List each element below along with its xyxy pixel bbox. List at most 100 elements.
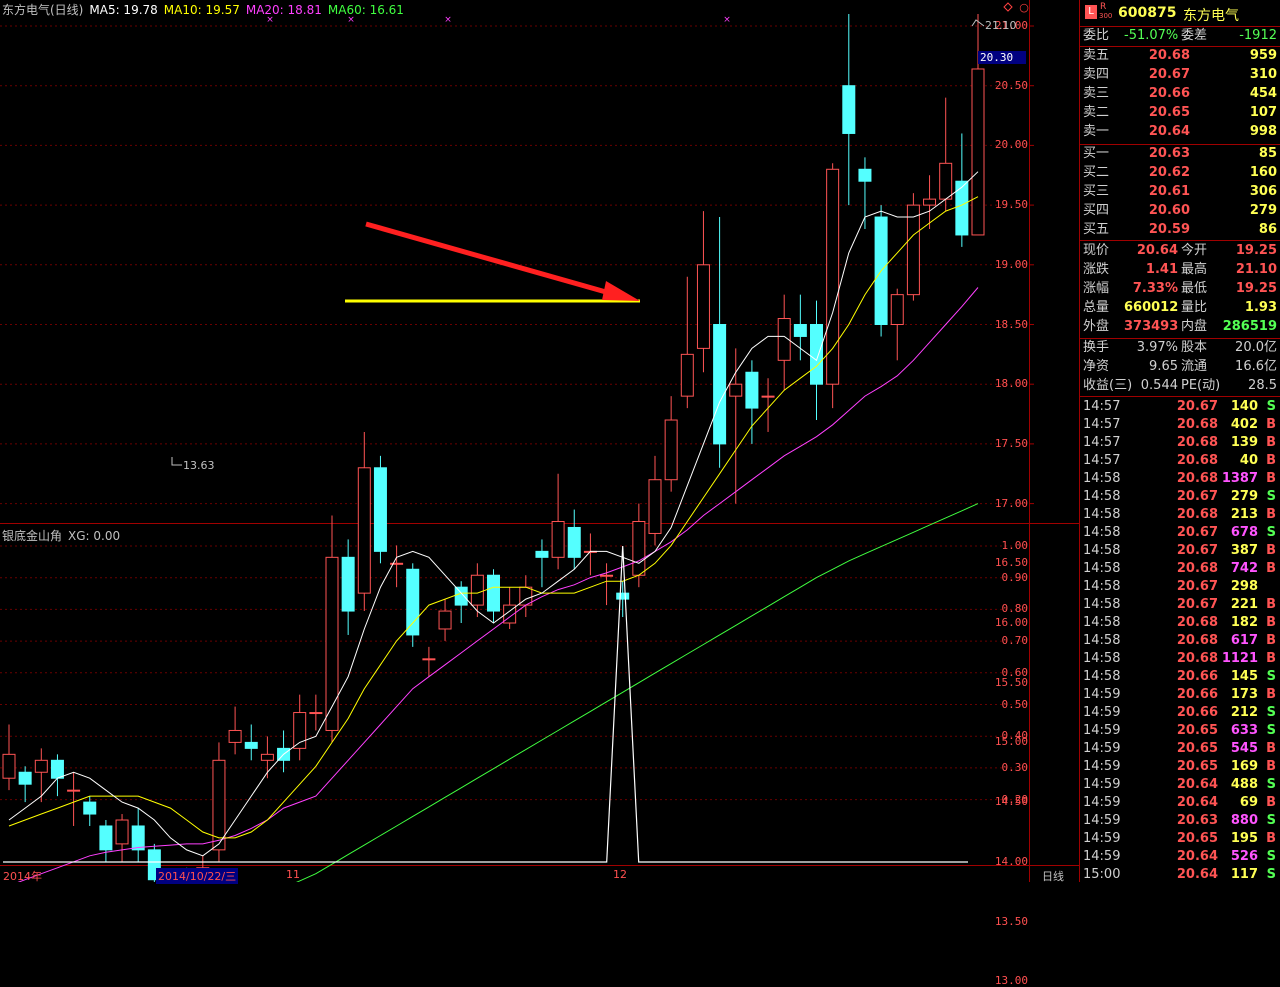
ask-price: 20.68: [1148, 48, 1190, 63]
candle[interactable]: [373, 455, 387, 564]
tick-side: S: [1266, 525, 1276, 540]
stat-label: 内盘: [1181, 319, 1208, 334]
tick-side: B: [1266, 507, 1276, 522]
legend-ma60: MA60: 16.61: [327, 3, 404, 17]
tick-time: 14:57: [1083, 453, 1121, 468]
kline-chart[interactable]: × × × ×○: [0, 0, 1080, 882]
bid-row: 买四 20.60 279: [1080, 202, 1280, 220]
tick-price: 20.68: [1176, 633, 1218, 648]
r-flag: R: [1100, 2, 1107, 12]
stat-row: 换手 3.97% 股本 20.0亿: [1080, 339, 1280, 357]
tick-side: S: [1266, 777, 1276, 792]
tick-side: B: [1266, 687, 1276, 702]
stat-value: 3.97%: [1136, 340, 1178, 355]
tick-time: 14:58: [1083, 615, 1121, 630]
tick-time: 14:58: [1083, 489, 1121, 504]
legend-ma20: MA20: 18.81: [245, 3, 322, 17]
tick-time: 14:58: [1083, 669, 1121, 684]
tick-time: 14:59: [1083, 741, 1121, 756]
candle[interactable]: [406, 563, 420, 647]
tick-row: 14:58 20.67 387 B: [1080, 542, 1280, 560]
event-marker[interactable]: ×: [444, 15, 452, 25]
tick-price: 20.67: [1176, 543, 1218, 558]
bid-volume: 306: [1249, 184, 1277, 199]
tick-time: 14:58: [1083, 543, 1121, 558]
tick-volume: 526: [1230, 849, 1258, 864]
indicator-axis-label: 0.90: [1001, 570, 1029, 584]
tick-side: B: [1266, 633, 1276, 648]
tick-time: 14:58: [1083, 651, 1121, 666]
bid-label: 买三: [1083, 184, 1110, 199]
tick-volume: 880: [1230, 813, 1258, 828]
bid-row: 买五 20.59 86: [1080, 221, 1280, 239]
tick-volume: 69: [1239, 795, 1258, 810]
tick-volume: 1121: [1221, 651, 1258, 666]
stat-value: 20.0亿: [1235, 340, 1277, 355]
bid-price: 20.60: [1148, 203, 1190, 218]
tick-row: 14:59 20.65 633 S: [1080, 722, 1280, 740]
ask-volume: 998: [1249, 124, 1277, 139]
tick-volume: 402: [1230, 417, 1258, 432]
ask-label: 卖五: [1083, 48, 1110, 63]
chart-legend: 东方电气(日线) MA5: 19.78 MA10: 19.57 MA20: 18.81…: [2, 1, 410, 18]
event-marker[interactable]: ×: [723, 15, 731, 25]
stat-label: 股本: [1181, 340, 1208, 355]
legend-ma10: MA10: 19.57: [163, 3, 240, 17]
tick-row: 14:59 20.65 169 B: [1080, 758, 1280, 776]
tick-volume: 140: [1230, 399, 1258, 414]
tick-volume: 195: [1230, 831, 1258, 846]
bid-label: 买四: [1083, 203, 1110, 218]
bid-price: 20.63: [1148, 146, 1190, 161]
bid-volume: 160: [1249, 165, 1277, 180]
price-axis-label: 13.50: [994, 914, 1028, 928]
tick-time: 14:58: [1083, 597, 1121, 612]
price-axis-label: 17.50: [994, 436, 1028, 450]
index-flag: 300: [1099, 12, 1113, 20]
ask-price: 20.66: [1148, 86, 1190, 101]
wei-cha-value: -1912: [1239, 28, 1277, 43]
tick-time: 14:59: [1083, 813, 1121, 828]
tick-time: 14:59: [1083, 723, 1121, 738]
bid-row: 买一 20.63 85: [1080, 145, 1280, 163]
tick-volume: 139: [1230, 435, 1258, 450]
candle[interactable]: [826, 163, 840, 409]
bid-price: 20.61: [1148, 184, 1190, 199]
tick-row: 14:57 20.67 140 S: [1080, 398, 1280, 416]
tick-price: 20.64: [1176, 849, 1218, 864]
tick-volume: 545: [1230, 741, 1258, 756]
tick-price: 20.66: [1176, 705, 1218, 720]
tick-row: 14:58 20.68 1387 B: [1080, 470, 1280, 488]
tick-price: 20.65: [1176, 759, 1218, 774]
tick-time: 14:58: [1083, 471, 1121, 486]
tick-side: B: [1266, 759, 1276, 774]
indicator-xg: XG: 0.00: [68, 529, 121, 543]
stat-value: 19.25: [1235, 281, 1277, 296]
ask-price: 20.65: [1148, 105, 1190, 120]
tick-volume: 40: [1239, 453, 1258, 468]
tick-row: 14:58 20.67 221 B: [1080, 596, 1280, 614]
tick-row: 14:59 20.64 526 S: [1080, 848, 1280, 866]
stock-badge-icon[interactable]: L: [1085, 5, 1097, 19]
tick-time: 14:59: [1083, 831, 1121, 846]
tick-side: S: [1266, 867, 1276, 882]
tick-time: 14:59: [1083, 759, 1121, 774]
tick-time: 14:58: [1083, 579, 1121, 594]
tick-row: 14:57 20.68 402 B: [1080, 416, 1280, 434]
indicator-axis-label: 0.60: [1001, 665, 1029, 679]
tick-price: 20.68: [1176, 453, 1218, 468]
circle-icon[interactable]: ○: [1019, 1, 1029, 14]
stat-row: 净资 9.65 流通 16.6亿: [1080, 358, 1280, 376]
indicator-axis-label: 0.50: [1001, 697, 1029, 711]
tick-price: 20.68: [1176, 651, 1218, 666]
tick-time: 14:59: [1083, 705, 1121, 720]
tick-volume: 742: [1230, 561, 1258, 576]
tick-price: 20.68: [1176, 417, 1218, 432]
tick-side: B: [1266, 435, 1276, 450]
tick-row: 14:58 20.68 1121 B: [1080, 650, 1280, 668]
bid-volume: 86: [1258, 222, 1277, 237]
tick-time: 14:58: [1083, 507, 1121, 522]
candle[interactable]: [906, 193, 920, 301]
tick-row: 14:59 20.65 545 B: [1080, 740, 1280, 758]
stat-label: 净资: [1083, 359, 1110, 374]
tick-side: B: [1266, 471, 1276, 486]
